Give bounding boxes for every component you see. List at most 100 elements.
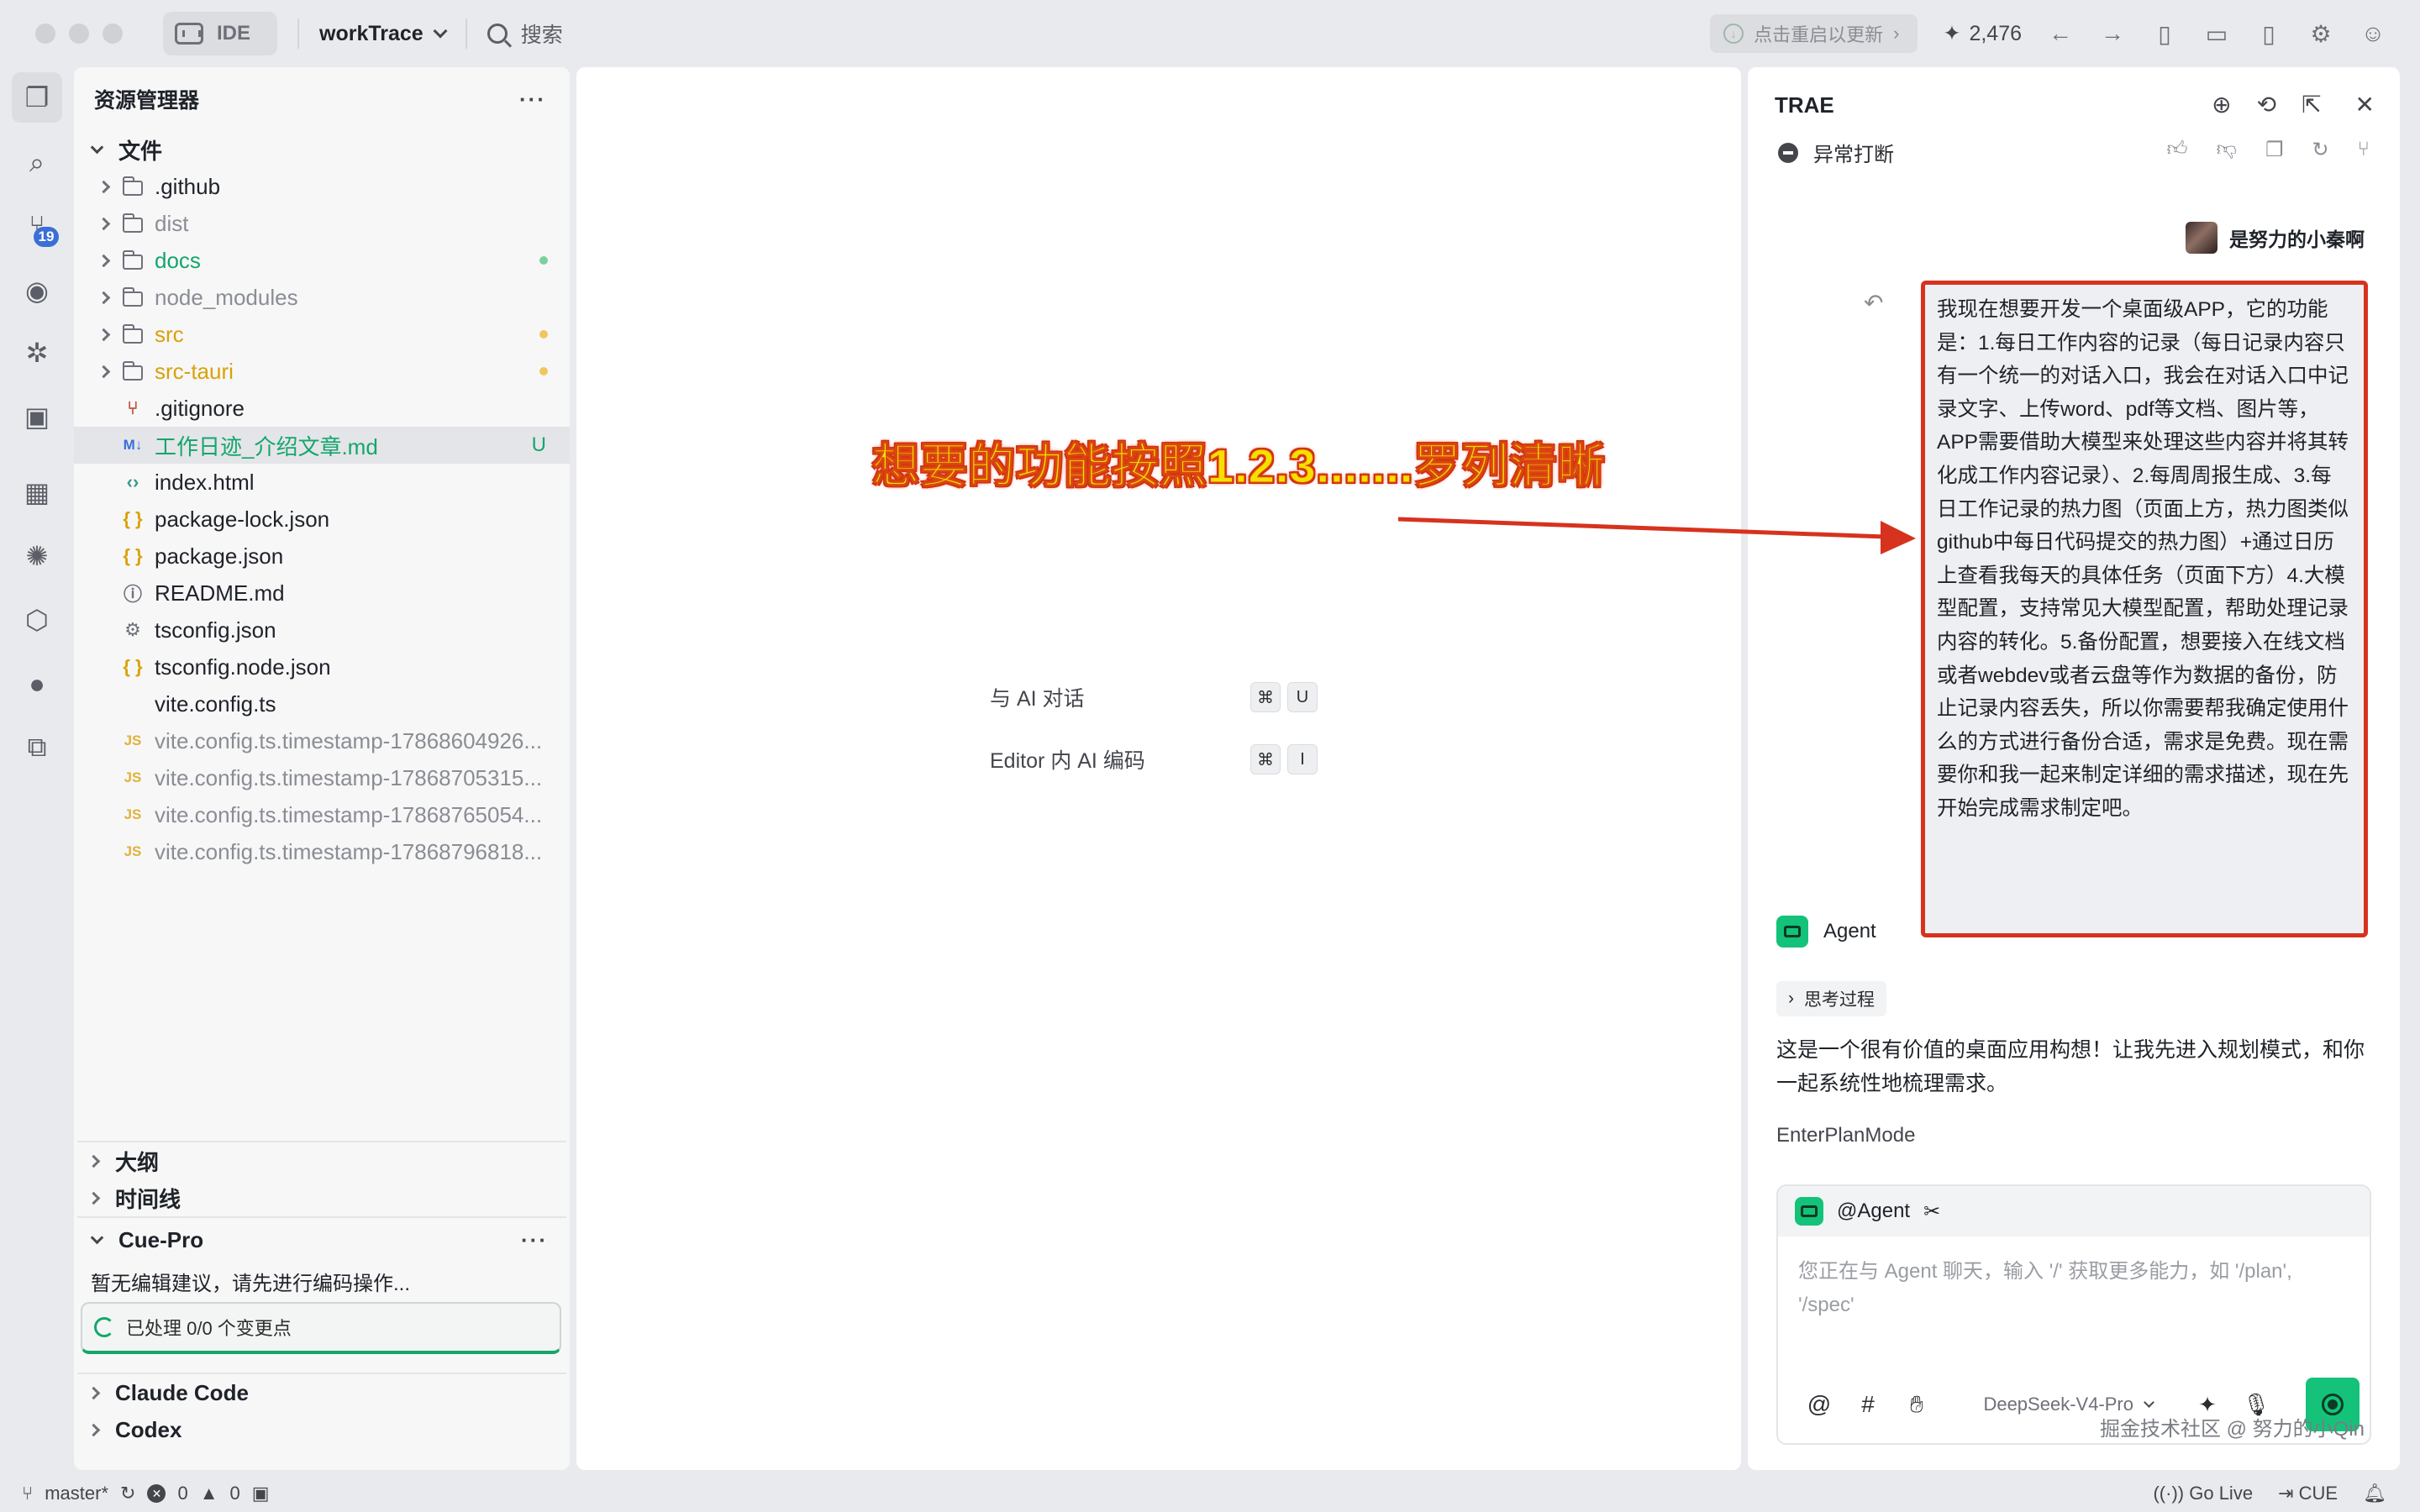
project-selector[interactable]: workTrace	[319, 22, 448, 46]
branch-icon[interactable]: ⑂	[2358, 138, 2370, 162]
warning-icon: ▲	[199, 1483, 218, 1504]
file-item[interactable]: { } package.json	[74, 538, 570, 575]
branch-name[interactable]: master*	[45, 1483, 108, 1504]
explorer-title: 资源管理器	[94, 89, 200, 113]
title-divider	[297, 18, 299, 49]
claude-code-section-header[interactable]: Claude Code	[74, 1374, 570, 1411]
file-item[interactable]: vite.config.ts	[74, 685, 570, 722]
ai-chat-panel: TRAE ⊕ ⟲ ⇱ ✕ 异常打断 👍︎ 👎︎ ❐ ↻ ⑂ 是努力的小秦啊 ↶ …	[1748, 67, 2400, 1470]
open-external-icon[interactable]: ⇱	[2302, 91, 2321, 118]
zoom-window-button[interactable]	[103, 24, 123, 44]
explorer-files-icon[interactable]: ❐	[12, 72, 62, 123]
error-count[interactable]: 0	[177, 1483, 187, 1504]
go-live-button[interactable]: ((·)) Go Live	[2153, 1483, 2253, 1504]
undo-icon[interactable]: ↶	[1864, 289, 1883, 317]
folder-item[interactable]: node_modules	[74, 279, 570, 316]
codex-section-header[interactable]: Codex	[74, 1411, 570, 1448]
message-feedback-actions: 👍︎ 👎︎ ❐ ↻ ⑂	[2167, 138, 2370, 162]
more-actions-icon[interactable]: ···	[519, 87, 546, 113]
file-item[interactable]: JS vite.config.ts.timestamp-17868765054..…	[74, 796, 570, 833]
file-item[interactable]: { } package-lock.json	[74, 501, 570, 538]
hashtag-icon[interactable]: #	[1844, 1391, 1892, 1418]
toggle-left-panel-icon[interactable]: ▯	[2151, 20, 2178, 48]
cue-pro-section-header[interactable]: Cue-Pro ···	[74, 1221, 570, 1258]
device-settings-icon[interactable]: ⧉	[12, 722, 62, 773]
file-item[interactable]: JS vite.config.ts.timestamp-17868796818..…	[74, 833, 570, 870]
chevron-right-icon	[87, 1191, 101, 1205]
terminal-icon[interactable]: ▣	[252, 1483, 270, 1504]
close-icon[interactable]: ✕	[2355, 91, 2375, 118]
chevron-right-icon	[87, 1423, 101, 1436]
tree-item-label: vite.config.ts.timestamp-17868604926...	[155, 727, 543, 753]
download-icon: ↓	[1723, 24, 1744, 44]
js-file-icon: JS	[124, 769, 142, 785]
file-item[interactable]: ⓘ README.md	[74, 575, 570, 612]
cue-button[interactable]: ⇥ CUE	[2278, 1483, 2338, 1504]
more-actions-icon[interactable]: ···	[521, 1227, 548, 1253]
source-control-icon[interactable]: ⑂ 19	[12, 200, 62, 250]
folder-item[interactable]: src	[74, 316, 570, 353]
thinking-process-toggle[interactable]: › 思考过程	[1776, 981, 1886, 1016]
warning-count[interactable]: 0	[229, 1483, 239, 1504]
file-item[interactable]: ⑂ .gitignore	[74, 390, 570, 427]
cue-pro-empty-text: 暂无编辑建议，请先进行编码操作...	[91, 1273, 411, 1295]
folder-item[interactable]: .github	[74, 168, 570, 205]
extensions-grid-icon[interactable]: ▦	[12, 467, 62, 517]
timeline-section-header[interactable]: 时间线	[74, 1179, 570, 1216]
debug-bug-icon[interactable]: ✲	[12, 328, 62, 378]
new-chat-icon[interactable]: ⊕	[2212, 91, 2231, 118]
json-tool-icon[interactable]: ●	[12, 659, 62, 709]
settings-gear-icon[interactable]: ⚙	[2307, 20, 2334, 48]
remote-monitor-icon[interactable]: ▣	[12, 391, 62, 442]
close-window-button[interactable]	[35, 24, 55, 44]
ide-mode-switch[interactable]: IDE	[163, 12, 277, 55]
file-item[interactable]: ⚙ tsconfig.json	[74, 612, 570, 648]
tools-icon[interactable]: ✂	[1923, 1200, 1940, 1224]
package-box-icon[interactable]: ⬡	[12, 595, 62, 645]
file-item[interactable]: JS vite.config.ts.timestamp-17868604926..…	[74, 722, 570, 759]
thumbs-up-icon[interactable]: 👍︎	[2167, 138, 2188, 162]
sparkle-counter[interactable]: ✦ 2,476	[1943, 21, 2022, 46]
history-icon[interactable]: ⟲	[2257, 91, 2276, 118]
status-bar: ⑂ master* ↻ ✕ 0 ▲ 0 ▣ ((·)) Go Live ⇥ CU…	[0, 1475, 2420, 1512]
chevron-down-icon	[90, 1231, 104, 1244]
file-item[interactable]: M↓ 工作日迹_介绍文章.md U	[74, 427, 570, 464]
tree-item-label: dist	[155, 210, 189, 236]
chat-header-actions: ⊕ ⟲ ⇱ ✕	[2212, 91, 2375, 118]
file-item[interactable]: ‹› index.html	[74, 464, 570, 501]
minimize-window-button[interactable]	[69, 24, 89, 44]
outline-section-header[interactable]: 大纲	[74, 1142, 570, 1179]
toggle-bottom-panel-icon[interactable]: ▭	[2203, 20, 2230, 48]
hand-icon[interactable]: ✋︎	[1892, 1391, 1941, 1419]
forward-arrow-icon[interactable]: →	[2099, 20, 2126, 47]
tree-item-label: package-lock.json	[155, 506, 330, 532]
global-search[interactable]: 搜索	[487, 18, 563, 49]
retry-icon[interactable]: ↻	[2312, 138, 2328, 162]
copy-icon[interactable]: ❐	[2265, 138, 2284, 162]
file-item[interactable]: JS vite.config.ts.timestamp-17868705315..…	[74, 759, 570, 796]
back-arrow-icon[interactable]: ←	[2047, 20, 2074, 47]
chat-input[interactable]: 您正在与 Agent 聊天，输入 '/' 获取更多能力，如 '/plan', '…	[1778, 1236, 2370, 1362]
markdown-file-icon: M↓	[123, 437, 143, 453]
account-icon[interactable]: ☺	[2360, 20, 2386, 47]
outline-section-label: 大纲	[115, 1149, 160, 1175]
toggle-right-panel-icon[interactable]: ▯	[2255, 20, 2282, 48]
notifications-bell-icon[interactable]: 🔔︎	[2363, 1483, 2386, 1504]
chat-title: TRAE	[1775, 92, 1834, 118]
folder-item[interactable]: src-tauri	[74, 353, 570, 390]
ai-burst-icon[interactable]: ✺	[12, 531, 62, 581]
folder-item[interactable]: dist	[74, 205, 570, 242]
search-view-icon[interactable]: ⌕	[12, 138, 62, 188]
folder-item[interactable]: docs	[74, 242, 570, 279]
restart-update-button[interactable]: ↓ 点击重启以更新 ›	[1710, 14, 1918, 53]
tree-item-label: .gitignore	[155, 395, 245, 421]
stopped-icon	[1778, 142, 1798, 163]
file-item[interactable]: { } tsconfig.node.json	[74, 648, 570, 685]
preview-eye-icon[interactable]: ◉	[12, 265, 62, 316]
files-section-header[interactable]: 文件	[74, 131, 570, 168]
sync-icon[interactable]: ↻	[120, 1483, 135, 1504]
star-count: 2,476	[1969, 21, 2022, 45]
editor-area[interactable]: 想要的功能按照1.2.3.......罗列清晰 与 AI 对话 ⌘ U Edit…	[576, 67, 1741, 1470]
mention-at-icon[interactable]: @	[1795, 1391, 1844, 1418]
thumbs-down-icon[interactable]: 👎︎	[2217, 138, 2237, 162]
